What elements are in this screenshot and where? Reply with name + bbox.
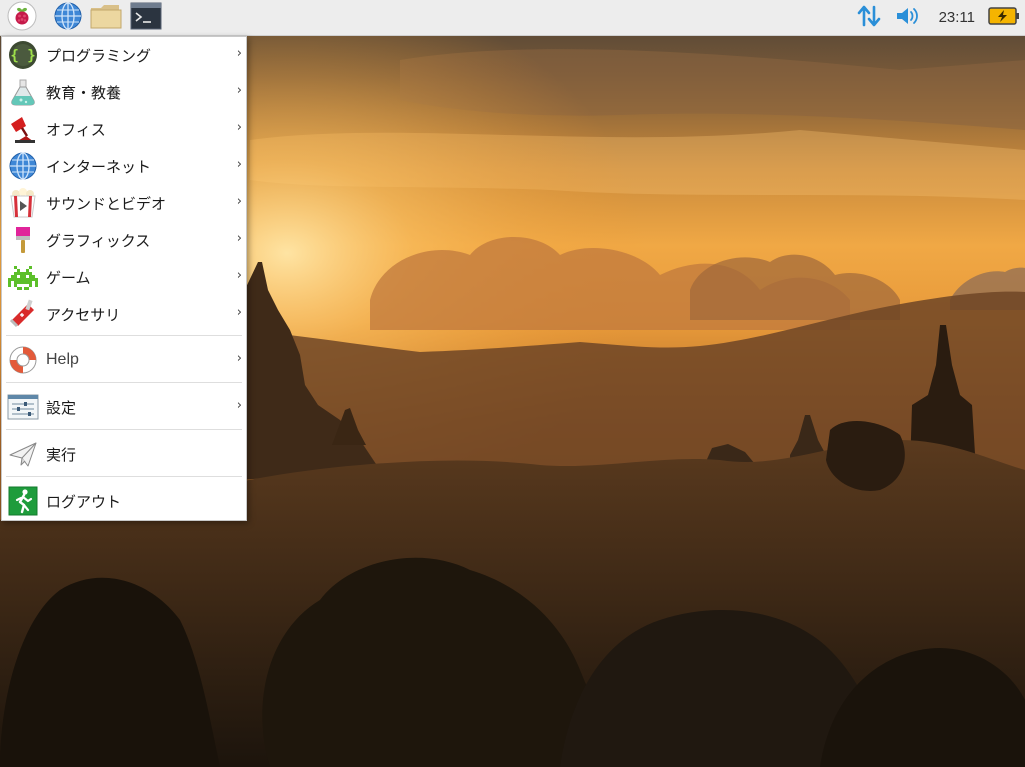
graphics-icon xyxy=(7,224,39,256)
menu-item-education[interactable]: 教育・教養 › xyxy=(2,74,246,110)
menu-item-label: Help xyxy=(46,351,79,368)
submenu-arrow-icon: › xyxy=(236,120,242,135)
preferences-icon xyxy=(7,391,39,423)
raspberry-menu-button[interactable] xyxy=(6,1,38,35)
run-icon xyxy=(7,438,39,470)
battery-charging-icon xyxy=(988,6,1020,30)
submenu-arrow-icon: › xyxy=(236,268,242,283)
menu-item-label: インターネット xyxy=(46,157,152,176)
battery-button[interactable] xyxy=(988,4,1020,32)
volume-icon xyxy=(894,4,920,32)
games-icon xyxy=(7,261,39,293)
raspberry-menu-icon xyxy=(7,1,37,35)
menu-item-label: グラフィックス xyxy=(46,231,151,250)
help-icon xyxy=(7,344,39,376)
network-transfer-icon xyxy=(856,3,882,33)
web-browser-icon xyxy=(53,1,83,35)
submenu-arrow-icon: › xyxy=(236,157,242,172)
submenu-arrow-icon: › xyxy=(236,231,242,246)
menu-item-label: プログラミング xyxy=(46,46,152,65)
menu-item-help[interactable]: Help › xyxy=(2,342,246,378)
menu-item-label: オフィス xyxy=(46,120,106,139)
submenu-arrow-icon: › xyxy=(236,351,242,366)
menu-item-accessories[interactable]: アクセサリ › xyxy=(2,296,246,332)
menu-item-label: ゲーム xyxy=(46,268,91,287)
menu-item-label: ログアウト xyxy=(46,492,122,511)
file-manager-icon xyxy=(89,2,123,34)
clock[interactable]: 23:11 xyxy=(939,0,975,36)
programming-icon: { } xyxy=(7,39,39,71)
submenu-arrow-icon: › xyxy=(236,194,242,209)
menu-item-run[interactable]: 実行 xyxy=(2,436,246,472)
menu-separator xyxy=(6,429,242,430)
top-panel: 23:11 xyxy=(0,0,1025,36)
sound-video-icon xyxy=(7,187,39,219)
svg-text:{ }: { } xyxy=(10,48,35,64)
internet-icon xyxy=(7,150,39,182)
menu-item-label: 実行 xyxy=(46,445,77,464)
menu-separator xyxy=(6,335,242,336)
submenu-arrow-icon: › xyxy=(236,83,242,98)
accessories-icon xyxy=(7,298,39,330)
submenu-arrow-icon: › xyxy=(236,305,242,320)
logout-icon xyxy=(7,485,39,517)
menu-item-label: アクセサリ xyxy=(46,305,121,324)
menu-separator xyxy=(6,382,242,383)
menu-item-label: 設定 xyxy=(46,398,77,417)
application-menu: { } プログラミング › 教育・教養 › オフィス › インターネット › サ… xyxy=(1,36,247,521)
menu-item-preferences[interactable]: 設定 › xyxy=(2,389,246,425)
web-browser-button[interactable] xyxy=(52,2,84,34)
menu-item-office[interactable]: オフィス › xyxy=(2,111,246,147)
submenu-arrow-icon: › xyxy=(236,46,242,61)
submenu-arrow-icon: › xyxy=(236,398,242,413)
terminal-icon xyxy=(130,2,162,34)
terminal-button[interactable] xyxy=(130,2,162,34)
menu-item-label: 教育・教養 xyxy=(46,83,122,102)
menu-item-sound-video[interactable]: サウンドとビデオ › xyxy=(2,185,246,221)
file-manager-button[interactable] xyxy=(90,2,122,34)
menu-item-graphics[interactable]: グラフィックス › xyxy=(2,222,246,258)
menu-item-programming[interactable]: { } プログラミング › xyxy=(2,37,246,73)
menu-separator xyxy=(6,476,242,477)
office-icon xyxy=(7,113,39,145)
menu-item-logout[interactable]: ログアウト xyxy=(2,483,246,519)
education-icon xyxy=(7,76,39,108)
menu-item-games[interactable]: ゲーム › xyxy=(2,259,246,295)
menu-item-label: サウンドとビデオ xyxy=(46,194,167,213)
volume-button[interactable] xyxy=(893,4,921,32)
network-button[interactable] xyxy=(855,4,883,32)
menu-item-internet[interactable]: インターネット › xyxy=(2,148,246,184)
